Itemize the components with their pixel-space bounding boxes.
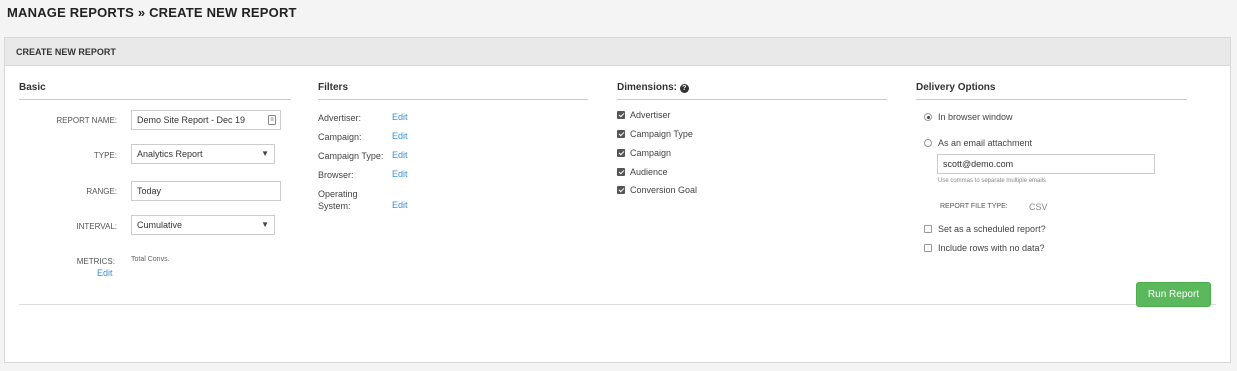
report-name-value: Demo Site Report - Dec 19 [137,115,246,125]
email-hint: Use commas to separate multiple emails [938,178,1047,184]
filters-section-title: Filters [318,82,349,93]
range-input[interactable]: Today [131,181,281,201]
filter-campaign-edit-link[interactable]: Edit [392,131,408,141]
dimension-advertiser-label: Advertiser [630,110,671,120]
dimensions-divider [617,99,887,100]
metrics-value: Total Convs. [131,256,170,263]
email-input[interactable]: scott@demo.com [937,154,1155,174]
delivery-section-title: Delivery Options [916,82,996,93]
type-select[interactable]: Analytics Report ▼ [131,144,275,164]
include-no-data-checkbox[interactable] [924,244,932,252]
filter-advertiser-label: Advertiser: [318,113,362,123]
metrics-edit-link[interactable]: Edit [97,268,113,278]
metrics-label: METRICS: [76,257,115,266]
dimension-campaign-type-label: Campaign Type [630,129,693,139]
filter-advertiser-edit-link[interactable]: Edit [392,112,408,122]
basic-section-title: Basic [19,82,46,93]
browser-window-radio[interactable] [924,113,932,121]
dimension-campaign-label: Campaign [630,148,672,158]
dimension-campaign-type-checkbox[interactable] [617,130,625,138]
dimension-campaign-checkbox[interactable] [617,149,625,157]
type-value: Analytics Report [137,149,203,159]
filter-os-edit-link[interactable]: Edit [392,200,408,210]
chevron-down-icon: ▼ [261,149,269,158]
include-no-data-label: Include rows with no data? [938,243,1045,253]
create-report-panel: CREATE NEW REPORT Basic REPORT NAME: Dem… [4,37,1231,363]
filter-browser-label: Browser: [318,170,354,180]
dimension-advertiser-checkbox[interactable] [617,111,625,119]
interval-label: INTERVAL: [76,222,117,231]
range-value: Today [137,186,162,196]
run-report-button[interactable]: Run Report [1136,282,1211,307]
scheduled-report-checkbox[interactable] [924,225,932,233]
filter-campaign-type-edit-link[interactable]: Edit [392,150,408,160]
interval-select[interactable]: Cumulative ▼ [131,215,275,235]
dimensions-title-text: Dimensions: [617,82,678,93]
filter-os-label: Operating System: [318,189,358,211]
dimension-conversion-goal-label: Conversion Goal [630,185,698,195]
filter-campaign-label: Campaign: [318,132,362,142]
report-name-label: REPORT NAME: [56,116,117,125]
question-circle-icon[interactable]: ? [679,84,689,93]
chevron-down-icon: ▼ [261,220,269,229]
file-type-label: REPORT FILE TYPE: [940,203,1008,210]
dimension-audience-checkbox[interactable] [617,168,625,176]
panel-title: CREATE NEW REPORT [5,38,1230,66]
autofill-icon: ≡ [268,115,276,125]
filter-browser-edit-link[interactable]: Edit [392,169,408,179]
email-attachment-radio[interactable] [924,139,932,147]
range-label: RANGE: [86,187,117,196]
dimension-conversion-goal-checkbox[interactable] [617,186,625,194]
report-name-input[interactable]: Demo Site Report - Dec 19 ≡ [131,110,281,130]
filters-divider [318,99,588,100]
filter-campaign-type-label: Campaign Type: [318,151,384,161]
page-title: MANAGE REPORTS » CREATE NEW REPORT [7,5,297,20]
dimension-audience-label: Audience [630,167,668,177]
basic-divider [19,99,291,100]
type-label: TYPE: [93,151,117,160]
footer-divider [19,304,1216,305]
delivery-divider [916,99,1187,100]
scheduled-report-label: Set as a scheduled report? [938,224,1046,234]
browser-window-label: In browser window [938,112,1013,122]
dimensions-section-title: Dimensions: ? [617,82,689,93]
interval-value: Cumulative [137,220,183,230]
file-type-value: CSV [1029,202,1048,212]
email-value: scott@demo.com [943,159,1014,169]
email-attachment-label: As an email attachment [938,138,1033,148]
